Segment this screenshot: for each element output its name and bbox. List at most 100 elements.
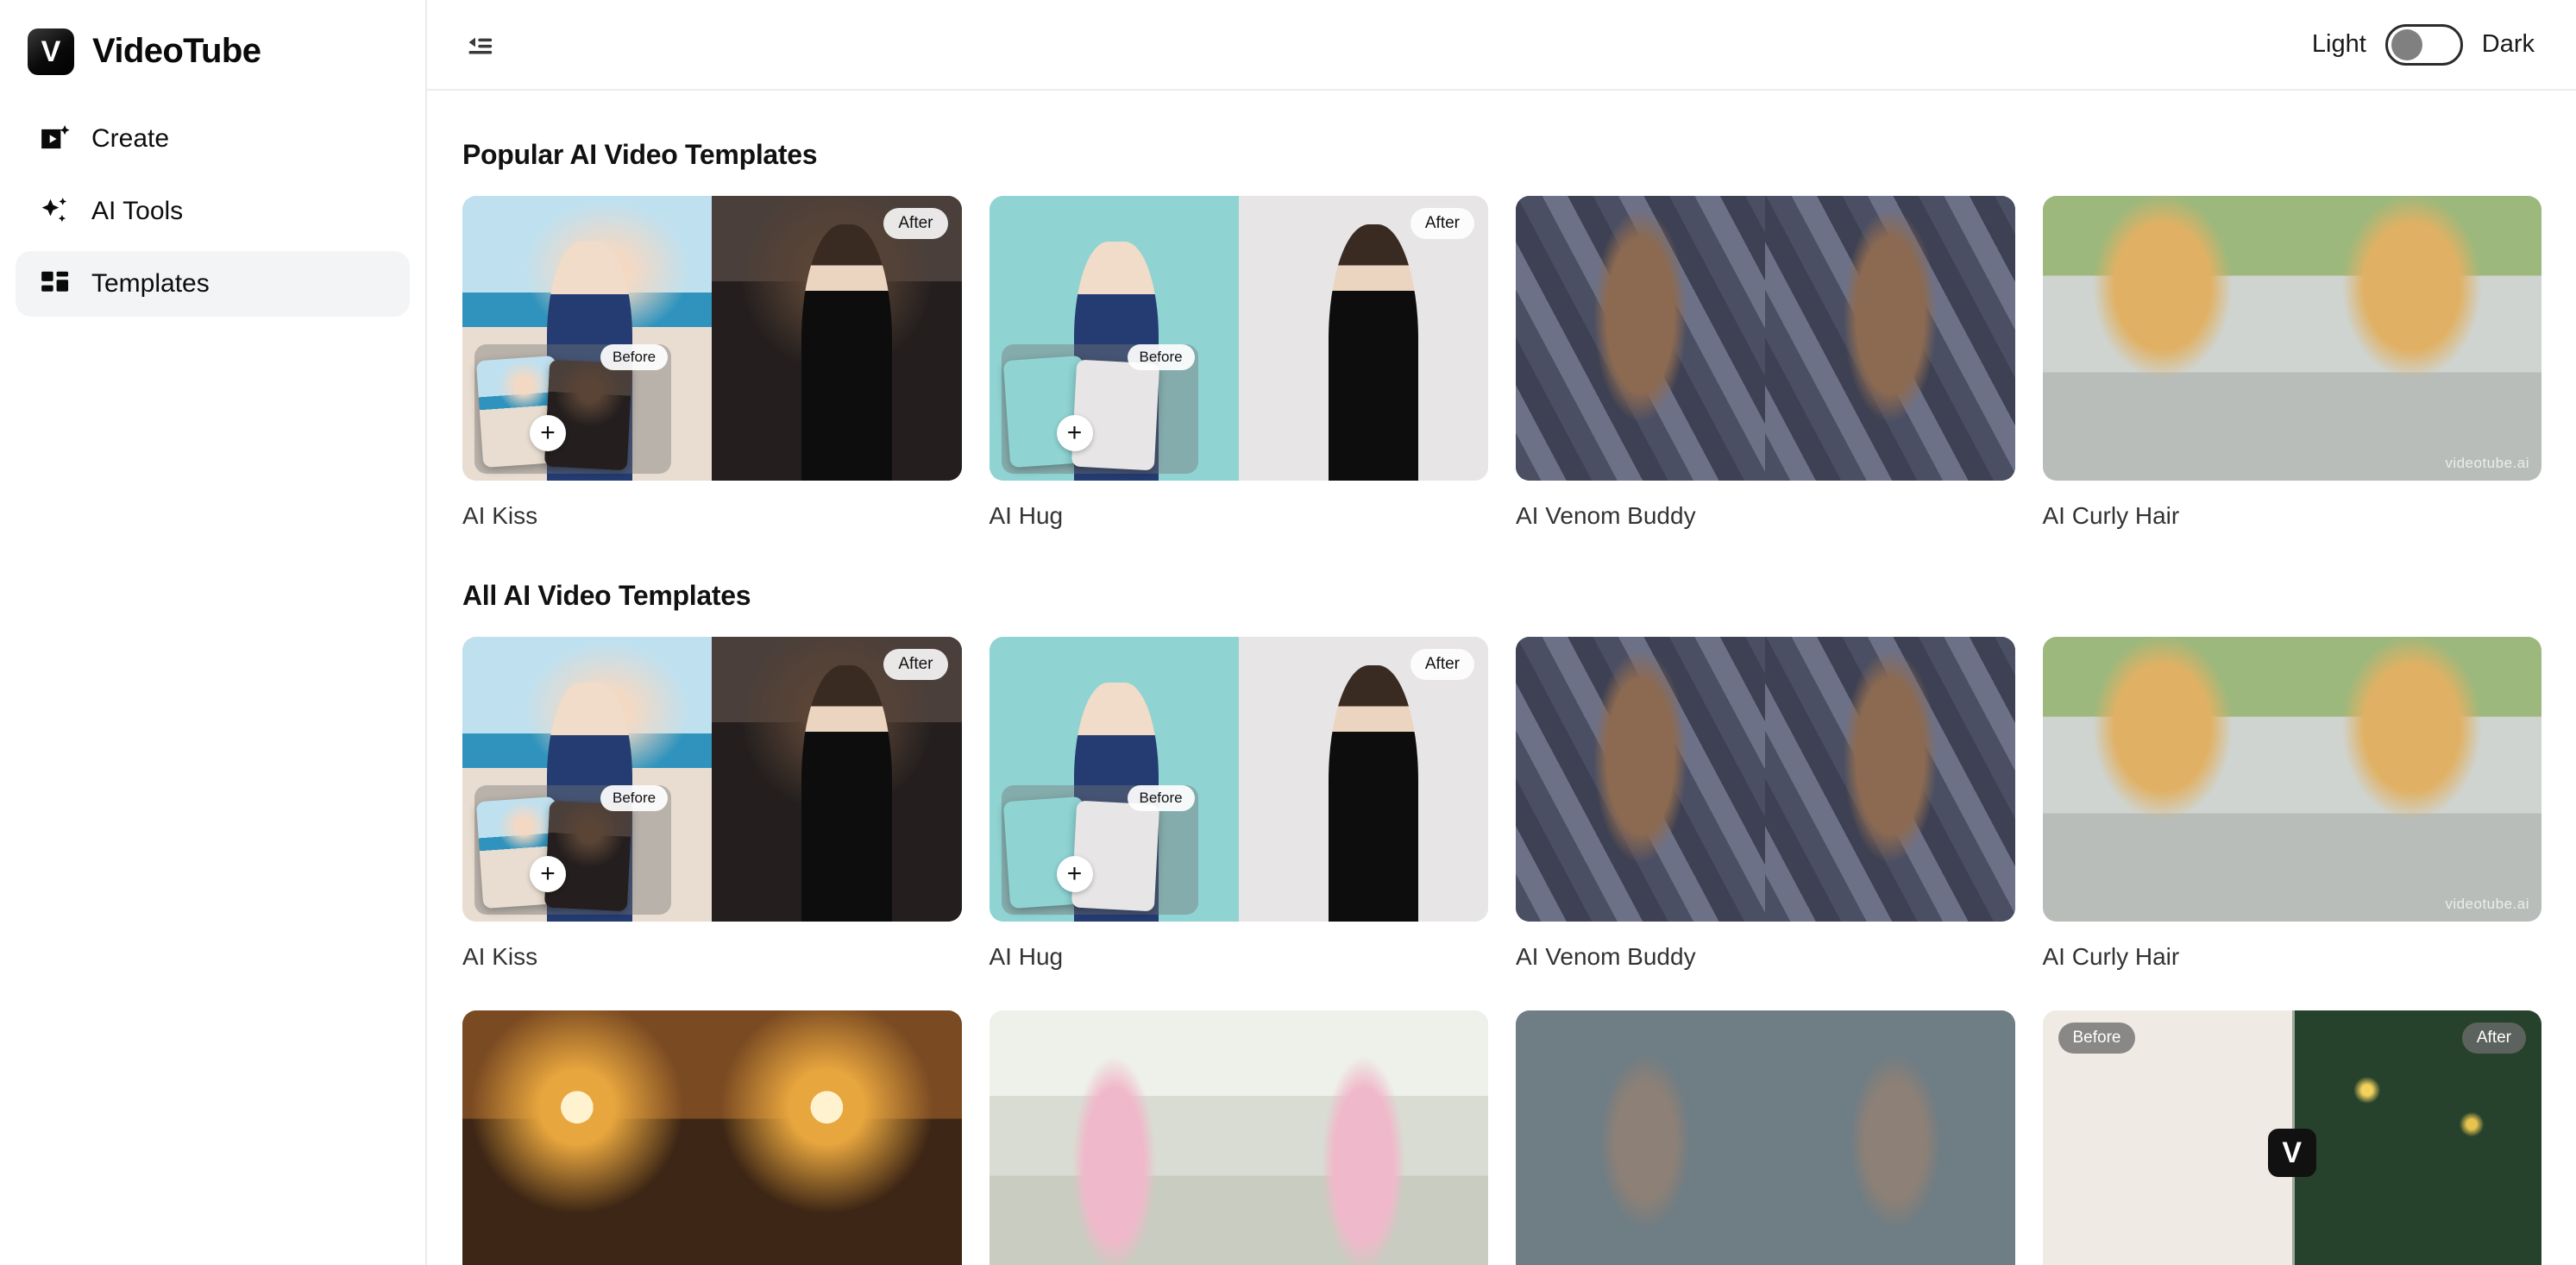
- before-thumbnail-b[interactable]: [543, 359, 633, 471]
- add-image-button[interactable]: +: [530, 856, 566, 892]
- compare-handle-logo[interactable]: V: [2267, 1129, 2316, 1177]
- template-card[interactable]: After Before + AI Kiss: [462, 196, 962, 530]
- template-card[interactable]: After Before + AI Hug: [989, 196, 1488, 530]
- after-badge: After: [883, 208, 948, 239]
- template-grid: Before After V: [462, 1010, 2541, 1265]
- brand[interactable]: V VideoTube: [16, 0, 410, 82]
- template-thumbnail[interactable]: [1516, 196, 2015, 481]
- scene-right: [2291, 637, 2541, 922]
- template-card-label: AI Hug: [989, 502, 1064, 529]
- after-badge: After: [1410, 208, 1474, 239]
- sidebar: V VideoTube Create AI Tools Templates: [0, 0, 427, 1265]
- grid-layout-icon: [38, 267, 72, 301]
- scene-right: [1765, 196, 2015, 481]
- topbar: Light Dark: [427, 0, 2576, 91]
- before-thumbnail-b[interactable]: [543, 800, 633, 912]
- scene-left: [462, 1010, 713, 1265]
- template-grid: After Before + AI Kiss After Before + AI Hug AI …: [462, 196, 2541, 530]
- template-card-label: AI Curly Hair: [2042, 502, 2180, 529]
- subject-figure: [801, 665, 892, 922]
- sidebar-item-label: Create: [91, 124, 170, 153]
- template-card[interactable]: Before After V: [2042, 1010, 2541, 1265]
- scene-right: [1238, 1010, 1488, 1265]
- template-card[interactable]: After Before + AI Kiss: [462, 637, 962, 971]
- subject-figure: [1328, 665, 1418, 922]
- template-card-label: AI Kiss: [462, 502, 538, 529]
- add-image-button[interactable]: +: [1056, 856, 1093, 892]
- sidebar-nav: Create AI Tools Templates: [16, 106, 410, 317]
- sidebar-item-create[interactable]: Create: [16, 106, 410, 172]
- main-area: Light Dark Popular AI Video Templates Af…: [427, 0, 2576, 1265]
- section-title: Popular AI Video Templates: [462, 139, 818, 170]
- section-popular: Popular AI Video Templates After Before + A…: [462, 91, 2541, 530]
- scene-right: [1765, 637, 2015, 922]
- template-thumbnail[interactable]: videotube.ai: [2042, 637, 2541, 922]
- template-thumbnail[interactable]: After Before +: [989, 637, 1488, 922]
- template-thumbnail[interactable]: videotube.ai: [2042, 196, 2541, 481]
- theme-switch: Light Dark: [2311, 23, 2535, 66]
- theme-toggle[interactable]: [2384, 23, 2463, 66]
- scene-left: [1516, 1010, 1766, 1265]
- theme-light-label: Light: [2311, 30, 2366, 58]
- watermark: videotube.ai: [2445, 896, 2529, 912]
- sparkles-icon: [38, 194, 72, 229]
- add-image-button[interactable]: +: [1056, 415, 1093, 451]
- scene-right: [712, 1010, 962, 1265]
- template-card-label: AI Hug: [989, 943, 1064, 970]
- templates-content: Popular AI Video Templates After Before + A…: [427, 91, 2576, 1265]
- template-thumbnail[interactable]: [1516, 637, 2015, 922]
- create-video-icon: [38, 122, 72, 156]
- scene-left: [2042, 637, 2292, 922]
- brand-logo-icon: V: [28, 28, 74, 75]
- template-thumbnail[interactable]: [1516, 1010, 2015, 1265]
- scene-left: [989, 1010, 1239, 1265]
- subject-figure: [801, 224, 892, 481]
- template-thumbnail[interactable]: After Before +: [462, 196, 962, 481]
- template-card-label: AI Curly Hair: [2042, 943, 2180, 970]
- template-card-label: AI Venom Buddy: [1516, 502, 1696, 529]
- sidebar-item-templates[interactable]: Templates: [16, 251, 410, 317]
- before-badge: Before: [600, 344, 669, 370]
- template-card[interactable]: videotube.ai AI Curly Hair: [2042, 196, 2541, 530]
- after-badge: After: [2461, 1023, 2526, 1054]
- before-thumbnail-b[interactable]: [1071, 359, 1159, 471]
- after-badge: After: [883, 649, 948, 680]
- template-card[interactable]: [989, 1010, 1488, 1265]
- scene-right: [2291, 196, 2541, 481]
- before-badge: Before: [1127, 785, 1195, 811]
- after-badge: After: [1410, 649, 1474, 680]
- theme-toggle-knob: [2391, 28, 2422, 60]
- template-thumbnail[interactable]: [462, 1010, 962, 1265]
- sidebar-item-label: Templates: [91, 269, 210, 298]
- before-badge: Before: [600, 785, 669, 811]
- before-badge: Before: [1127, 344, 1195, 370]
- section-title: All AI Video Templates: [462, 580, 751, 611]
- before-thumbnail-b[interactable]: [1071, 800, 1159, 912]
- template-card-label: AI Kiss: [462, 943, 538, 970]
- scene-left: [1516, 196, 1766, 481]
- template-card[interactable]: [462, 1010, 962, 1265]
- brand-name: VideoTube: [92, 32, 261, 70]
- template-card[interactable]: AI Venom Buddy: [1516, 196, 2015, 530]
- template-card[interactable]: [1516, 1010, 2015, 1265]
- template-card[interactable]: AI Venom Buddy: [1516, 637, 2015, 971]
- template-card[interactable]: videotube.ai AI Curly Hair: [2042, 637, 2541, 971]
- template-card[interactable]: After Before + AI Hug: [989, 637, 1488, 971]
- scene-left: [2042, 196, 2292, 481]
- add-image-button[interactable]: +: [530, 415, 566, 451]
- scene-left: [1516, 637, 1766, 922]
- template-thumbnail[interactable]: After Before +: [462, 637, 962, 922]
- template-thumbnail[interactable]: [989, 1010, 1488, 1265]
- template-grid: After Before + AI Kiss After Before + AI Hug AI …: [462, 637, 2541, 971]
- scene-right: [1765, 1010, 2015, 1265]
- collapse-sidebar-icon[interactable]: [460, 25, 499, 65]
- sidebar-item-ai-tools[interactable]: AI Tools: [16, 179, 410, 244]
- before-badge: Before: [2058, 1023, 2136, 1054]
- app-root: V VideoTube Create AI Tools Templates Li…: [0, 0, 2576, 1265]
- sidebar-item-label: AI Tools: [91, 197, 184, 225]
- template-thumbnail[interactable]: After Before +: [989, 196, 1488, 481]
- section-all: All AI Video Templates After Before + AI Ki…: [462, 530, 2541, 1265]
- template-thumbnail[interactable]: Before After V: [2042, 1010, 2541, 1265]
- watermark: videotube.ai: [2445, 455, 2529, 471]
- subject-figure: [1328, 224, 1418, 481]
